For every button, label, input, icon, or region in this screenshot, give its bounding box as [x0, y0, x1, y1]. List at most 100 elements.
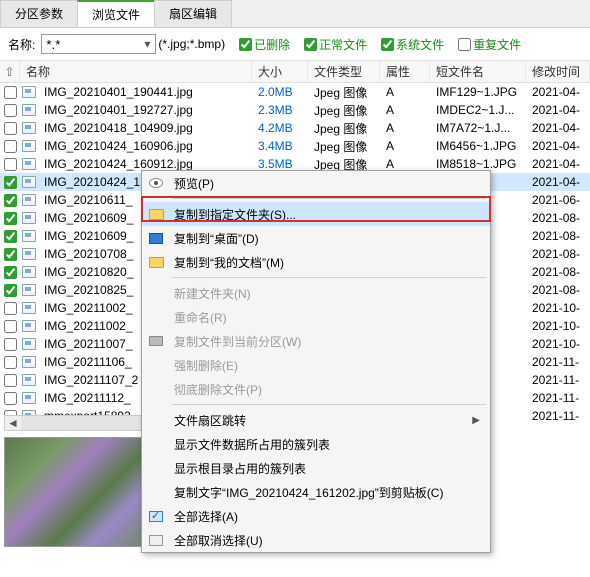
row-checkbox[interactable] [0, 158, 20, 171]
menu-item-label: 强制删除(E) [174, 357, 238, 374]
cell-date: 2021-04- [526, 121, 590, 135]
file-icon [20, 140, 38, 152]
menu-item[interactable]: 文件扇区跳转 [142, 408, 490, 432]
scroll-up-icon[interactable]: ⇧ [0, 61, 20, 82]
cell-date: 2021-08- [526, 229, 590, 243]
row-checkbox[interactable] [0, 320, 20, 333]
row-checkbox[interactable] [0, 122, 20, 135]
cell-name: IMG_20210424_160912.jpg [38, 157, 252, 171]
table-row[interactable]: IMG_20210418_104909.jpg4.2MBJpeg 图像AIM7A… [0, 119, 590, 137]
cell-name: IMG_20210401_192727.jpg [38, 103, 252, 117]
ext-pattern: (*.jpg;*.bmp) [158, 37, 225, 51]
row-checkbox[interactable] [0, 212, 20, 225]
table-row[interactable]: IMG_20210401_190441.jpg2.0MBJpeg 图像AIMF1… [0, 83, 590, 101]
menu-separator [172, 198, 486, 199]
chk-dup[interactable]: 重复文件 [458, 36, 521, 53]
cell-date: 2021-04- [526, 139, 590, 153]
row-checkbox[interactable] [0, 266, 20, 279]
menu-item[interactable]: 预览(P) [142, 171, 490, 195]
file-icon [20, 374, 38, 386]
row-checkbox[interactable] [0, 86, 20, 99]
menu-item[interactable]: 复制到指定文件夹(S)... [142, 202, 490, 226]
select-all-icon [149, 511, 163, 522]
cell-date: 2021-10- [526, 319, 590, 333]
row-checkbox[interactable] [0, 140, 20, 153]
menu-item: 新建文件夹(N) [142, 281, 490, 305]
col-attr[interactable]: 属性 [380, 61, 430, 82]
menu-item[interactable]: 全部选择(A) [142, 504, 490, 528]
row-checkbox[interactable] [0, 194, 20, 207]
cell-attr: A [380, 121, 430, 135]
tab-bar: 分区参数 浏览文件 扇区编辑 [0, 0, 590, 28]
file-icon [20, 104, 38, 116]
menu-item-label: 复制到指定文件夹(S)... [174, 206, 296, 223]
menu-item-label: 新建文件夹(N) [174, 285, 251, 302]
row-checkbox[interactable] [0, 230, 20, 243]
col-name[interactable]: 名称 [20, 61, 252, 82]
cell-attr: A [380, 85, 430, 99]
cell-size: 2.3MB [252, 103, 308, 117]
cell-date: 2021-10- [526, 301, 590, 315]
cell-date: 2021-04- [526, 175, 590, 189]
menu-item[interactable]: 全部取消选择(U) [142, 528, 490, 552]
file-icon [20, 212, 38, 224]
cell-date: 2021-04- [526, 85, 590, 99]
row-checkbox[interactable] [0, 356, 20, 369]
chk-normal[interactable]: 正常文件 [304, 36, 367, 53]
col-type[interactable]: 文件类型 [308, 61, 380, 82]
row-checkbox[interactable] [0, 338, 20, 351]
menu-separator [172, 277, 486, 278]
menu-item-label: 文件扇区跳转 [174, 412, 246, 429]
file-icon [20, 266, 38, 278]
row-checkbox[interactable] [0, 248, 20, 261]
cell-size: 3.5MB [252, 157, 308, 171]
col-date[interactable]: 修改时间 [526, 61, 590, 82]
cell-date: 2021-11- [526, 391, 590, 405]
row-checkbox[interactable] [0, 176, 20, 189]
row-checkbox[interactable] [0, 392, 20, 405]
cell-type: Jpeg 图像 [308, 120, 380, 137]
menu-item[interactable]: 复制到“桌面”(D) [142, 226, 490, 250]
menu-item[interactable]: 显示根目录占用的簇列表 [142, 456, 490, 480]
file-icon [20, 86, 38, 98]
file-icon [20, 356, 38, 368]
table-row[interactable]: IMG_20210401_192727.jpg2.3MBJpeg 图像AIMDE… [0, 101, 590, 119]
tab-partition-params[interactable]: 分区参数 [0, 0, 78, 27]
cell-size: 3.4MB [252, 139, 308, 153]
cell-short: IMDEC2~1.J... [430, 103, 526, 117]
menu-item-label: 全部取消选择(U) [174, 532, 263, 549]
row-checkbox[interactable] [0, 302, 20, 315]
chk-deleted[interactable]: 已删除 [239, 36, 290, 53]
file-icon [20, 302, 38, 314]
cell-size: 2.0MB [252, 85, 308, 99]
scroll-left-icon[interactable]: ◄ [5, 416, 21, 430]
menu-item[interactable]: 显示文件数据所占用的簇列表 [142, 432, 490, 456]
table-row[interactable]: IMG_20210424_160906.jpg3.4MBJpeg 图像AIM64… [0, 137, 590, 155]
row-checkbox[interactable] [0, 374, 20, 387]
file-icon [20, 122, 38, 134]
col-short[interactable]: 短文件名 [430, 61, 526, 82]
file-icon [20, 176, 38, 188]
cell-date: 2021-08- [526, 247, 590, 261]
cell-date: 2021-04- [526, 103, 590, 117]
cell-short: IM8518~1.JPG [430, 157, 526, 171]
name-filter-input[interactable] [41, 34, 156, 54]
cell-attr: A [380, 103, 430, 117]
tab-sector-edit[interactable]: 扇区编辑 [154, 0, 232, 27]
menu-item[interactable]: 复制到“我的文档”(M) [142, 250, 490, 274]
name-filter-dropdown-icon[interactable]: ▾ [144, 37, 150, 51]
menu-item-label: 彻底删除文件(P) [174, 381, 262, 398]
chk-system[interactable]: 系统文件 [381, 36, 444, 53]
cell-name: IMG_20210401_190441.jpg [38, 85, 252, 99]
col-size[interactable]: 大小 [252, 61, 308, 82]
menu-item: 复制文件到当前分区(W) [142, 329, 490, 353]
file-icon [20, 248, 38, 260]
context-menu: 预览(P) 复制到指定文件夹(S)... 复制到“桌面”(D)复制到“我的文档”(M… [141, 170, 491, 553]
menu-item[interactable]: 复制文字“IMG_20210424_161202.jpg”到剪贴板(C) [142, 480, 490, 504]
file-icon [20, 158, 38, 170]
menu-item: 强制删除(E) [142, 353, 490, 377]
file-icon [20, 392, 38, 404]
tab-browse-files[interactable]: 浏览文件 [77, 0, 155, 27]
row-checkbox[interactable] [0, 104, 20, 117]
row-checkbox[interactable] [0, 284, 20, 297]
